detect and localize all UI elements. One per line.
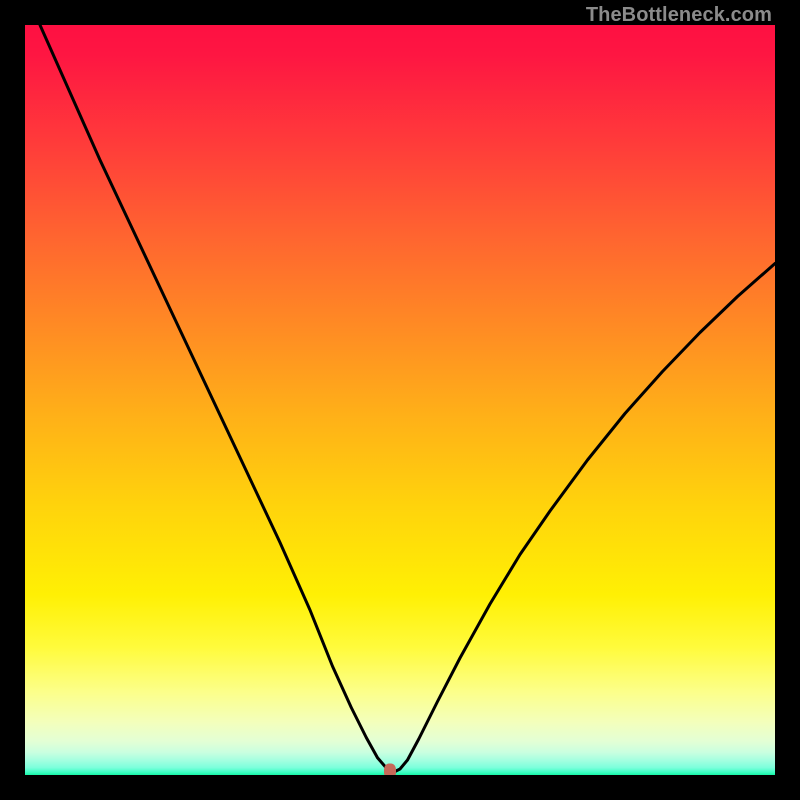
right-curve bbox=[394, 264, 775, 773]
left-curve bbox=[40, 25, 394, 772]
plot-area bbox=[25, 25, 775, 775]
bottleneck-marker-icon bbox=[384, 763, 396, 775]
chart-stage: TheBottleneck.com bbox=[0, 0, 800, 800]
watermark-text: TheBottleneck.com bbox=[586, 4, 772, 27]
curve-layer bbox=[25, 25, 775, 775]
